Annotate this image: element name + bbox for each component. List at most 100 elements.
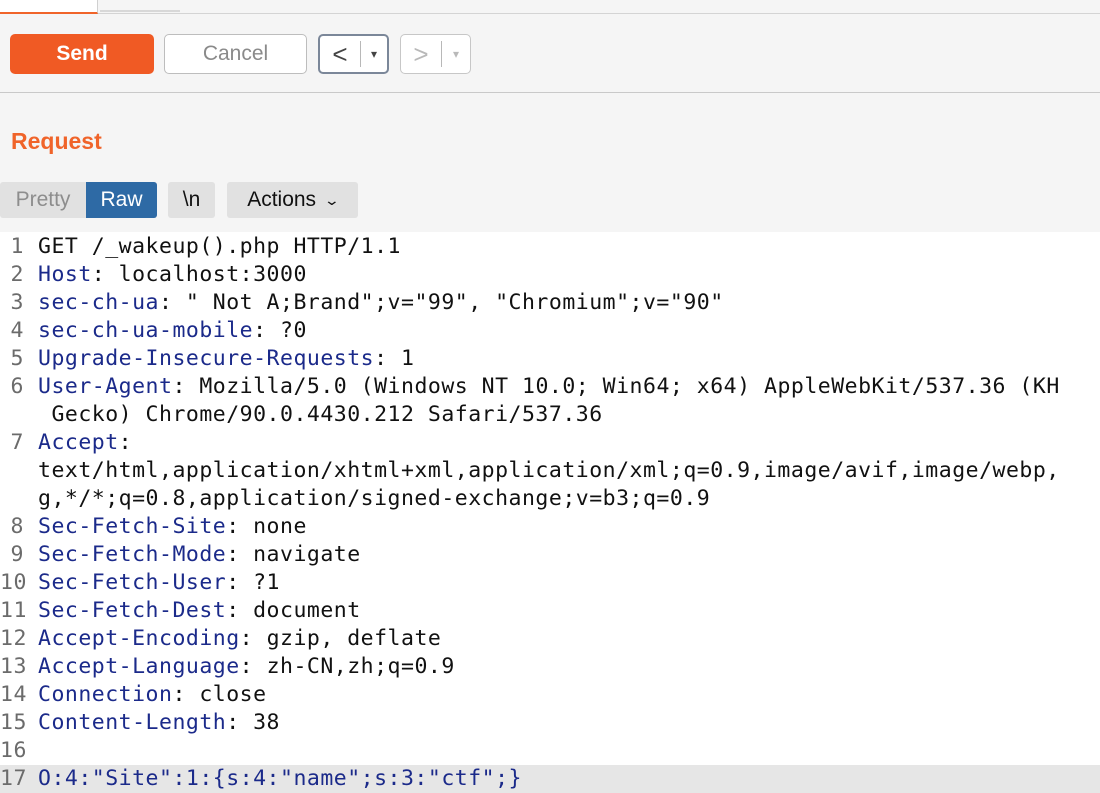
repeater-toolbar: Send Cancel < ▾ > ▾ bbox=[0, 14, 1100, 93]
code-text: Connection: close bbox=[38, 681, 267, 709]
dropdown-caret-icon[interactable]: ▾ bbox=[361, 47, 387, 61]
history-back-button[interactable]: < ▾ bbox=[318, 34, 389, 74]
code-line[interactable]: 1 GET /_wakeup().php HTTP/1.1 bbox=[0, 233, 1100, 261]
header-name: Sec-Fetch-Mode bbox=[38, 542, 227, 567]
code-text: Content-Length: 38 bbox=[38, 709, 280, 737]
line-number: 1 bbox=[10, 234, 24, 259]
code-text: O:4:"Site":1:{s:4:"name";s:3:"ctf";} bbox=[38, 765, 522, 793]
code-text: sec-ch-ua: " Not A;Brand";v="99", "Chrom… bbox=[38, 289, 724, 317]
cancel-button[interactable]: Cancel bbox=[164, 34, 307, 74]
code-line[interactable]: 3 sec-ch-ua: " Not A;Brand";v="99", "Chro… bbox=[0, 289, 1100, 317]
request-body: O:4:"Site":1:{s:4:"name";s:3:"ctf";} bbox=[38, 766, 522, 791]
header-value: close bbox=[199, 682, 267, 707]
tab-inactive[interactable] bbox=[100, 0, 180, 12]
line-number: 9 bbox=[10, 542, 24, 567]
code-text: g,*/*;q=0.8,application/signed-exchange;… bbox=[38, 485, 710, 513]
header-name: Sec-Fetch-Dest bbox=[38, 598, 227, 623]
header-separator: : bbox=[226, 570, 254, 595]
view-toggle-group: Pretty Raw bbox=[0, 182, 157, 218]
code-text: Gecko) Chrome/90.0.4430.212 Safari/537.3… bbox=[38, 401, 603, 429]
chevron-down-icon: ⌄ bbox=[323, 191, 341, 208]
code-line[interactable]: g,*/*;q=0.8,application/signed-exchange;… bbox=[0, 485, 1100, 513]
header-value: " Not A;Brand";v="99", "Chromium";v="90" bbox=[185, 290, 724, 315]
line-number: 4 bbox=[10, 318, 24, 343]
header-value: gzip, deflate bbox=[266, 626, 442, 651]
header-value: localhost:3000 bbox=[118, 262, 307, 287]
line-number: 6 bbox=[10, 374, 24, 399]
header-name: sec-ch-ua-mobile bbox=[38, 318, 254, 343]
code-line[interactable]: 11 Sec-Fetch-Dest: document bbox=[0, 597, 1100, 625]
code-line[interactable]: 13 Accept-Language: zh-CN,zh;q=0.9 bbox=[0, 653, 1100, 681]
code-text: Accept-Encoding: gzip, deflate bbox=[38, 625, 441, 653]
code-line[interactable]: 5 Upgrade-Insecure-Requests: 1 bbox=[0, 345, 1100, 373]
chevron-right-icon: > bbox=[413, 39, 429, 69]
send-button[interactable]: Send bbox=[10, 34, 154, 74]
tab-active[interactable] bbox=[0, 0, 98, 14]
code-text: Sec-Fetch-Mode: navigate bbox=[38, 541, 361, 569]
header-separator: : bbox=[374, 346, 401, 371]
header-separator: : bbox=[239, 626, 267, 651]
header-name: User-Agent bbox=[38, 374, 173, 399]
code-text: Sec-Fetch-Site: none bbox=[38, 513, 307, 541]
header-value: none bbox=[253, 514, 307, 539]
request-title: Request bbox=[11, 128, 102, 154]
header-name: Accept-Encoding bbox=[38, 626, 240, 651]
request-editor[interactable]: 1 GET /_wakeup().php HTTP/1.1 2 Host: local… bbox=[0, 232, 1100, 793]
code-line[interactable]: 17 O:4:"Site":1:{s:4:"name";s:3:"ctf";} bbox=[0, 765, 1100, 793]
code-text: Accept: bbox=[38, 429, 132, 457]
line-number: 13 bbox=[0, 654, 27, 679]
header-separator: : bbox=[226, 710, 254, 735]
code-text: Accept-Language: zh-CN,zh;q=0.9 bbox=[38, 653, 455, 681]
code-line[interactable]: 14 Connection: close bbox=[0, 681, 1100, 709]
line-number: 5 bbox=[10, 346, 24, 371]
header-value: ?0 bbox=[280, 318, 307, 343]
line-number: 16 bbox=[0, 738, 27, 763]
header-value: zh-CN,zh;q=0.9 bbox=[266, 654, 455, 679]
header-value: ?1 bbox=[253, 570, 280, 595]
line-number: 12 bbox=[0, 626, 27, 651]
line-number: 17 bbox=[0, 766, 27, 791]
code-line[interactable]: 6 User-Agent: Mozilla/5.0 (Windows NT 10.… bbox=[0, 373, 1100, 401]
code-line[interactable]: 15 Content-Length: 38 bbox=[0, 709, 1100, 737]
header-name: Host bbox=[38, 262, 92, 287]
header-separator: : bbox=[172, 374, 200, 399]
header-value: navigate bbox=[253, 542, 361, 567]
line-number: 3 bbox=[10, 290, 24, 315]
code-text: text/html,application/xhtml+xml,applicat… bbox=[38, 457, 1060, 485]
dropdown-caret-icon[interactable]: ▾ bbox=[442, 47, 470, 61]
header-separator: : bbox=[118, 430, 133, 455]
tab-raw[interactable]: Raw bbox=[86, 182, 157, 218]
code-line[interactable]: Gecko) Chrome/90.0.4430.212 Safari/537.3… bbox=[0, 401, 1100, 429]
header-name: Accept-Language bbox=[38, 654, 240, 679]
code-line[interactable]: 8 Sec-Fetch-Site: none bbox=[0, 513, 1100, 541]
header-separator: : bbox=[226, 514, 254, 539]
plain-text: GET /_wakeup().php HTTP/1.1 bbox=[38, 234, 401, 259]
code-line[interactable]: 2 Host: localhost:3000 bbox=[0, 261, 1100, 289]
code-line[interactable]: 12 Accept-Encoding: gzip, deflate bbox=[0, 625, 1100, 653]
show-newlines-toggle[interactable]: \n bbox=[168, 182, 215, 218]
code-text: GET /_wakeup().php HTTP/1.1 bbox=[38, 233, 401, 261]
header-name: sec-ch-ua bbox=[38, 290, 159, 315]
actions-dropdown[interactable]: Actions ⌄ bbox=[227, 182, 358, 218]
line-number: 14 bbox=[0, 682, 27, 707]
history-forward-button[interactable]: > ▾ bbox=[400, 34, 471, 74]
actions-label: Actions bbox=[247, 188, 317, 211]
tab-pretty[interactable]: Pretty bbox=[0, 182, 86, 218]
code-text: Sec-Fetch-User: ?1 bbox=[38, 569, 280, 597]
line-number: 10 bbox=[0, 570, 27, 595]
header-value: document bbox=[253, 598, 361, 623]
code-line[interactable]: 16 bbox=[0, 737, 1100, 765]
code-line[interactable]: 7 Accept: bbox=[0, 429, 1100, 457]
code-text: Upgrade-Insecure-Requests: 1 bbox=[38, 345, 414, 373]
code-line[interactable]: 9 Sec-Fetch-Mode: navigate bbox=[0, 541, 1100, 569]
code-line[interactable]: 4 sec-ch-ua-mobile: ?0 bbox=[0, 317, 1100, 345]
tab-strip bbox=[0, 0, 1100, 14]
header-name: Connection bbox=[38, 682, 173, 707]
code-line[interactable]: text/html,application/xhtml+xml,applicat… bbox=[0, 457, 1100, 485]
chevron-left-icon: < bbox=[332, 39, 348, 69]
plain-text: g,*/*;q=0.8,application/signed-exchange;… bbox=[38, 486, 711, 511]
code-line[interactable]: 10 Sec-Fetch-User: ?1 bbox=[0, 569, 1100, 597]
plain-text: Gecko) Chrome/90.0.4430.212 Safari/537.3… bbox=[38, 402, 603, 427]
header-name: Sec-Fetch-Site bbox=[38, 514, 227, 539]
code-text: Sec-Fetch-Dest: document bbox=[38, 597, 361, 625]
